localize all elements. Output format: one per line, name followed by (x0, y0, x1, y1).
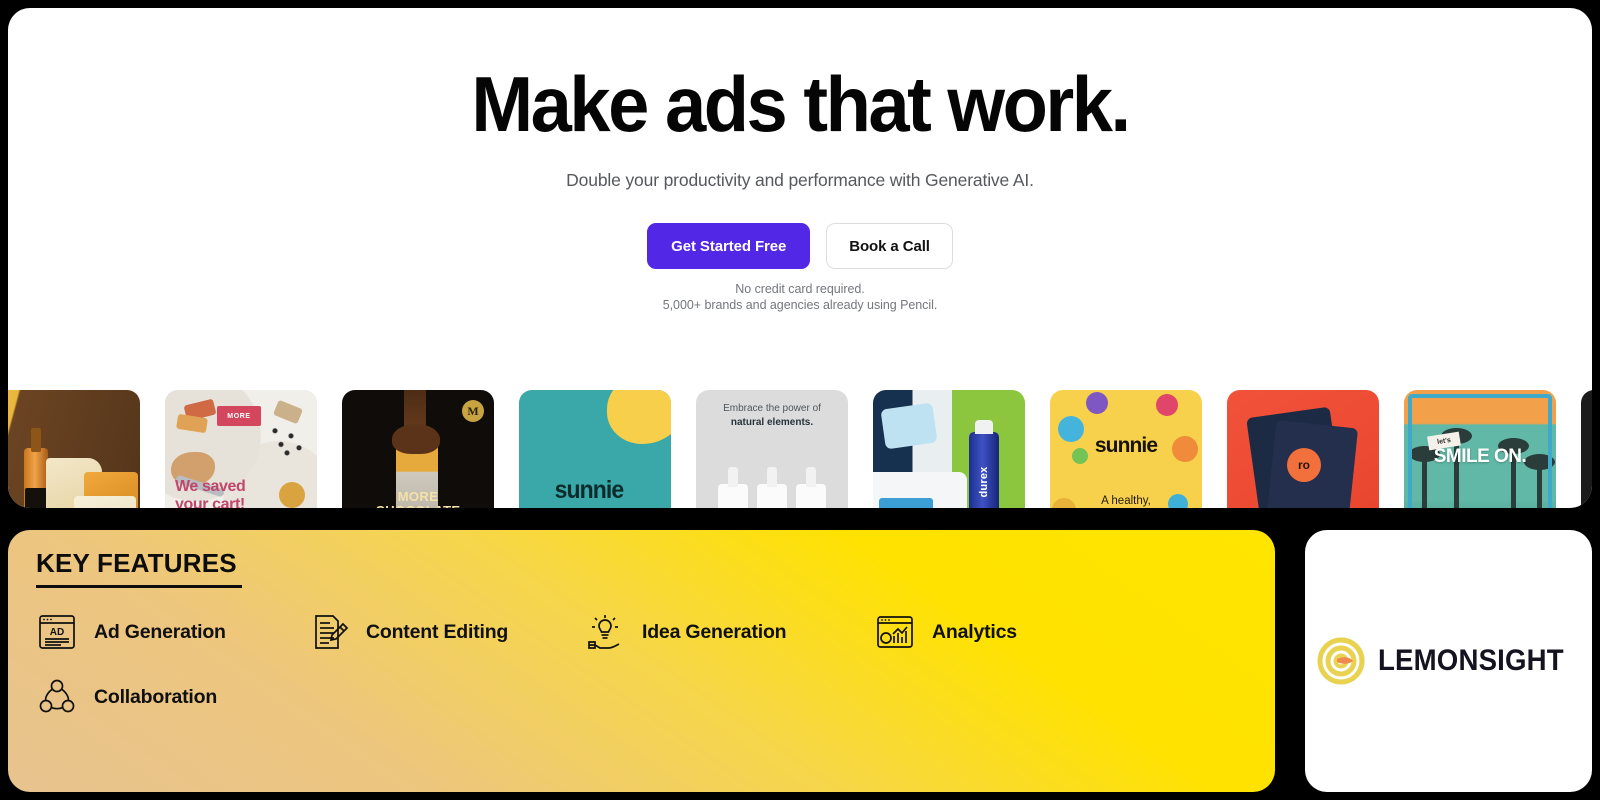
brand-logo-card: LEMONSIGHT (1305, 530, 1592, 792)
ro-seal-badge: ro (1287, 448, 1321, 482)
book-a-call-button[interactable]: Book a Call (826, 223, 953, 269)
dot-decor-3 (1156, 394, 1178, 416)
fineprint-line-1: No credit card required. (735, 282, 865, 296)
product-can: durex (969, 420, 999, 508)
ad-card-ro-pouches[interactable]: ro (1227, 390, 1379, 508)
svg-text:AD: AD (50, 627, 64, 638)
sprinkles-decor (267, 424, 307, 458)
bottle-1 (718, 467, 748, 508)
blob-decor-a (607, 390, 671, 444)
key-features-title: KEY FEATURES (36, 548, 237, 578)
ad-tagline: A healthy, kid-friendly lunch. (1050, 494, 1202, 508)
chart-window-icon (874, 611, 916, 653)
heading-underline (36, 585, 242, 588)
ad-card-sunnie-lunch[interactable]: sunnie A healthy, kid-friendly lunch. (1050, 390, 1202, 508)
feature-label: Ad Generation (94, 620, 226, 643)
ad-headline-line-1: Embrace the power of (723, 403, 821, 414)
hero-fineprint: No credit card required. 5,000+ brands a… (8, 282, 1592, 313)
chocolate-blob (392, 424, 440, 454)
product-bottles (696, 464, 848, 508)
ad-window-icon: AD (36, 611, 78, 653)
towel-shape-a (879, 498, 933, 508)
cta-row: Get Started Free Book a Call (8, 223, 1592, 269)
bottle-3 (796, 467, 826, 508)
lemon-spiral-icon (1317, 637, 1365, 685)
feature-item-ad-generation[interactable]: AD Ad Generation (36, 611, 308, 653)
feature-item-content-editing[interactable]: Content Editing (308, 611, 584, 653)
ad-card-whisky-cheese[interactable] (8, 390, 140, 508)
fineprint-line-2: 5,000+ brands and agencies already using… (662, 297, 938, 312)
bottle-shape (24, 428, 48, 508)
lightbulb-hand-icon (584, 611, 626, 653)
brand-badge-m: M (462, 400, 484, 422)
ad-headline: MORECHOCOLATE (376, 489, 461, 509)
collaboration-nodes-icon (36, 676, 78, 718)
ad-showcase-strip[interactable]: MORE We savedyour cart! Get back M MOREC… (8, 390, 1592, 508)
ad-card-more-chocolate[interactable]: M MORECHOCOLATE (342, 390, 494, 508)
ad-tagline-line-1: A healthy, (1101, 495, 1151, 507)
feature-item-collaboration[interactable]: Collaboration (36, 676, 308, 718)
feature-item-idea-generation[interactable]: Idea Generation (584, 611, 874, 653)
hero-panel: Make ads that work. Double your producti… (8, 8, 1592, 508)
ad-headline-line-2: natural elements. (730, 417, 814, 428)
page-title: Make ads that work. (471, 60, 1131, 148)
get-started-free-button[interactable]: Get Started Free (647, 223, 811, 269)
sunnie-wordmark: sunnie (554, 476, 625, 504)
durex-wordmark: durex (978, 466, 990, 498)
ad-card-durex-bedroom[interactable]: durex (873, 390, 1025, 508)
ad-headline: We saved your cart! (175, 478, 246, 508)
feature-label: Analytics (932, 620, 1017, 643)
ad-headline: SMILE ON. (1433, 446, 1527, 467)
ad-card-saved-cart[interactable]: MORE We savedyour cart! Get back (165, 390, 317, 508)
pillow-shape (880, 402, 938, 450)
ad-stamp-badge: MORE (217, 406, 261, 426)
key-features-heading: KEY FEATURES (36, 548, 242, 588)
feature-item-analytics[interactable]: Analytics (874, 611, 1154, 653)
ad-card-smile-on[interactable]: let's SMILE ON. (1404, 390, 1556, 508)
feature-label: Content Editing (366, 620, 509, 643)
feature-row-1: AD Ad Generation Content Editing Idea Ge… (36, 600, 1226, 664)
bottle-label (25, 488, 47, 508)
bottle-2 (757, 467, 787, 508)
hero-subtitle: Double your productivity and performance… (566, 170, 1034, 190)
feature-label: Collaboration (94, 685, 218, 708)
ad-headline: Embrace the power of natural elements. (696, 402, 848, 430)
feature-grid: AD Ad Generation Content Editing Idea Ge… (36, 600, 1226, 729)
feature-row-2: Collaboration (36, 665, 1226, 729)
sunnie-wordmark: sunnie (1094, 434, 1158, 457)
ad-card-sunnie-teal[interactable]: sunnie (519, 390, 671, 508)
feature-label: Idea Generation (642, 620, 787, 643)
document-pencil-icon (308, 611, 350, 653)
ad-card-partial[interactable] (1581, 390, 1592, 508)
screen-root: Make ads that work. Double your producti… (0, 0, 1600, 800)
cheese-shape-b (74, 496, 136, 508)
ad-card-natural-elements[interactable]: Embrace the power of natural elements. (696, 390, 848, 508)
dot-decor-2 (1086, 392, 1108, 414)
lemonsight-wordmark: LEMONSIGHT (1378, 644, 1564, 677)
